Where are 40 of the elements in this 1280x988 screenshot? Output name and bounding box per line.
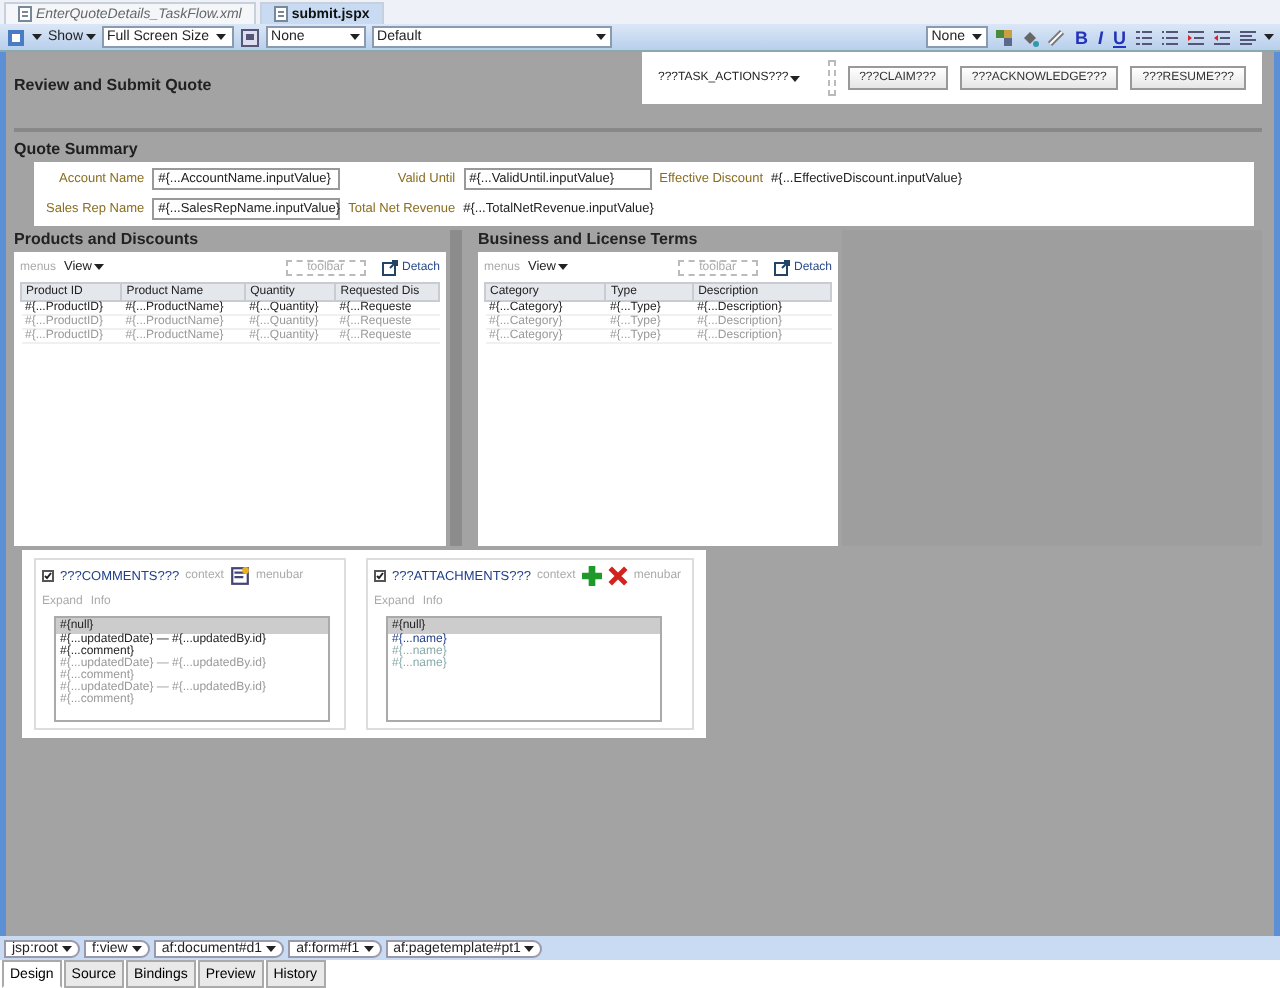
caret-icon (85, 34, 96, 40)
bold-button[interactable]: B (1072, 27, 1090, 47)
file-icon (18, 6, 32, 22)
placeholder-area (828, 60, 836, 96)
delete-icon[interactable] (607, 566, 628, 586)
italic-button[interactable]: I (1095, 27, 1105, 47)
caret-icon (363, 945, 374, 951)
add-icon[interactable] (581, 566, 602, 586)
caret-icon (558, 264, 568, 270)
caret-icon (790, 75, 801, 81)
caret-icon (216, 34, 227, 40)
caret-icon (61, 945, 72, 951)
list-icon[interactable] (1160, 27, 1180, 47)
list-icon[interactable] (1134, 27, 1154, 47)
underline-button[interactable]: U (1111, 27, 1128, 47)
section-title: Business and License Terms (478, 230, 700, 250)
caret-icon (131, 945, 142, 951)
page-icon[interactable] (6, 27, 26, 47)
caret-icon (972, 34, 983, 40)
caret-icon (524, 945, 535, 951)
paint-bucket-icon[interactable] (1020, 27, 1041, 47)
indent-icon[interactable] (1186, 27, 1206, 47)
checkbox-icon[interactable] (42, 570, 54, 582)
caret-icon (32, 34, 42, 40)
caret-icon (94, 264, 104, 270)
detach-icon (381, 259, 398, 275)
outdent-icon[interactable] (1212, 27, 1232, 47)
note-icon[interactable] (229, 566, 250, 586)
page-icon[interactable] (239, 27, 260, 47)
caret-icon (595, 34, 606, 40)
file-icon (273, 6, 288, 22)
caret-icon (349, 34, 360, 40)
page-title: Review and Submit Quote (14, 75, 212, 93)
caret-icon (266, 945, 277, 951)
align-icon[interactable] (1238, 27, 1258, 47)
checkbox-icon[interactable] (374, 570, 386, 582)
section-title: Quote Summary (14, 128, 1262, 158)
detach-icon (773, 259, 790, 275)
section-title: Products and Discounts (14, 230, 201, 250)
caret-icon (1264, 34, 1274, 40)
